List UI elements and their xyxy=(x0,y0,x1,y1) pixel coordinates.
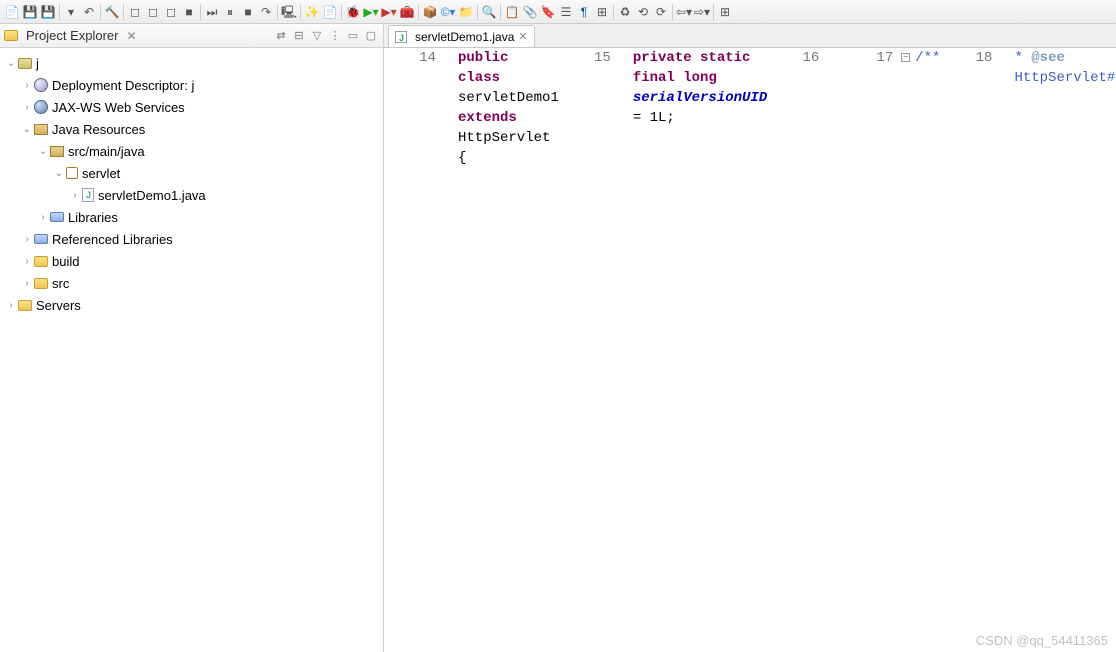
descriptor-icon xyxy=(34,78,48,92)
toggle-icon[interactable]: ⊞ xyxy=(594,4,610,20)
java-file-icon xyxy=(82,188,94,202)
src-main-java-node[interactable]: ⌄ src/main/java xyxy=(0,140,383,162)
editor-area: servletDemo1.java ✕ 14public class servl… xyxy=(384,24,1116,652)
chevron-right-icon[interactable]: › xyxy=(20,234,34,245)
src-node[interactable]: › src xyxy=(0,272,383,294)
library-icon xyxy=(50,212,64,222)
box2-icon[interactable]: ◻ xyxy=(145,4,161,20)
ref-libraries-node[interactable]: › Referenced Libraries xyxy=(0,228,383,250)
new-class-icon[interactable]: ©▾ xyxy=(440,4,456,20)
editor-tab[interactable]: servletDemo1.java ✕ xyxy=(388,25,535,47)
chevron-right-icon[interactable]: › xyxy=(20,102,34,113)
stop2-icon[interactable]: ■ xyxy=(240,4,256,20)
attach-icon[interactable]: 📎 xyxy=(522,4,538,20)
chevron-right-icon[interactable]: › xyxy=(20,278,34,289)
chevron-down-icon[interactable]: ⌄ xyxy=(4,58,18,69)
chevron-right-icon[interactable]: › xyxy=(20,80,34,91)
servers-node[interactable]: › Servers xyxy=(0,294,383,316)
library-icon xyxy=(34,234,48,244)
chevron-right-icon[interactable]: › xyxy=(36,212,50,223)
source-folder-icon xyxy=(50,146,64,157)
project-tree[interactable]: ⌄ j › Deployment Descriptor: j › JAX-WS … xyxy=(0,48,383,652)
save-icon[interactable]: 💾 xyxy=(22,4,38,20)
explorer-header: Project Explorer ✕ ⇄ ⊟ ▽ ⋮ ▭ ▢ xyxy=(0,24,383,48)
bug-icon[interactable]: 🐞▾ xyxy=(345,4,361,20)
chevron-right-icon[interactable]: › xyxy=(20,256,34,267)
java-file-icon xyxy=(395,31,407,43)
java-resources-node[interactable]: ⌄ Java Resources xyxy=(0,118,383,140)
globe-icon xyxy=(34,100,48,114)
pi-icon[interactable]: ¶ xyxy=(576,4,592,20)
wizard-icon[interactable]: ✨ xyxy=(304,4,320,20)
server-icon[interactable]: 🖳 xyxy=(281,4,297,20)
new-folder-icon[interactable]: 📁▾ xyxy=(458,4,474,20)
skip-icon[interactable]: ⏭ xyxy=(204,4,220,20)
folder-icon xyxy=(34,256,48,267)
close-icon[interactable]: ✕ xyxy=(122,29,140,43)
bookmark-icon[interactable]: 🔖 xyxy=(540,4,556,20)
libraries-node[interactable]: › Libraries xyxy=(0,206,383,228)
resources-icon xyxy=(34,124,48,135)
run-icon[interactable]: ▶▾ xyxy=(363,4,379,20)
task-icon[interactable]: 📋 xyxy=(504,4,520,20)
back-icon[interactable]: ⇦▾ xyxy=(676,4,692,20)
editor-tabs: servletDemo1.java ✕ xyxy=(384,24,1116,48)
nav2-icon[interactable]: ⟳ xyxy=(653,4,669,20)
search-icon[interactable]: 🔍 xyxy=(481,4,497,20)
chevron-right-icon[interactable]: › xyxy=(4,300,18,311)
dd-node[interactable]: › Deployment Descriptor: j xyxy=(0,74,383,96)
new-icon[interactable]: 📄 xyxy=(4,4,20,20)
chevron-down-icon[interactable]: ⌄ xyxy=(52,168,66,179)
refresh-icon[interactable]: ♻ xyxy=(617,4,633,20)
coverage-icon[interactable]: ▶▾ xyxy=(381,4,397,20)
persp-icon[interactable]: ⊞ xyxy=(717,4,733,20)
minimize-icon[interactable]: ▭ xyxy=(345,28,361,44)
new-pkg-icon[interactable]: 📦▾ xyxy=(422,4,438,20)
project-icon xyxy=(18,58,32,69)
folder-icon xyxy=(4,30,18,41)
forward-icon[interactable]: ⇨▾ xyxy=(694,4,710,20)
panel-title: Project Explorer xyxy=(26,28,118,43)
undo-icon[interactable]: ↶ xyxy=(81,4,97,20)
watermark: CSDN @qq_54411365 xyxy=(976,633,1108,648)
new2-icon[interactable]: 📄 xyxy=(322,4,338,20)
view-menu-icon[interactable]: ⋮ xyxy=(327,28,343,44)
chevron-down-icon[interactable]: ⌄ xyxy=(20,124,34,135)
drop-icon[interactable]: ▾ xyxy=(63,4,79,20)
list-icon[interactable]: ☰ xyxy=(558,4,574,20)
project-node[interactable]: ⌄ j xyxy=(0,52,383,74)
collapse-all-icon[interactable]: ⊟ xyxy=(291,28,307,44)
folder-icon xyxy=(18,300,32,311)
step-icon[interactable]: ↷ xyxy=(258,4,274,20)
save-all-icon[interactable]: 💾 xyxy=(40,4,56,20)
maximize-icon[interactable]: ▢ xyxy=(363,28,379,44)
java-file-node[interactable]: › servletDemo1.java xyxy=(0,184,383,206)
link-editor-icon[interactable]: ⇄ xyxy=(273,28,289,44)
chevron-down-icon[interactable]: ⌄ xyxy=(36,146,50,157)
package-node[interactable]: ⌄ servlet xyxy=(0,162,383,184)
build-node[interactable]: › build xyxy=(0,250,383,272)
box3-icon[interactable]: ◻ xyxy=(163,4,179,20)
code-editor[interactable]: 14public class servletDemo1 extends Http… xyxy=(384,48,1116,652)
project-explorer-view: Project Explorer ✕ ⇄ ⊟ ▽ ⋮ ▭ ▢ ⌄ j xyxy=(0,24,384,652)
close-icon[interactable]: ✕ xyxy=(518,30,527,43)
box-icon[interactable]: ◻ xyxy=(127,4,143,20)
ext-run-icon[interactable]: 🧰▾ xyxy=(399,4,415,20)
pause-icon[interactable]: ⏸ xyxy=(222,4,238,20)
filter-icon[interactable]: ▽ xyxy=(309,28,325,44)
main-toolbar: 📄 💾 💾 ▾ ↶ 🔨 ◻ ◻ ◻ ■ ⏭ ⏸ ■ ↷ 🖳 ✨ 📄 🐞▾ ▶▾ … xyxy=(0,0,1116,24)
stop-icon[interactable]: ■ xyxy=(181,4,197,20)
chevron-right-icon[interactable]: › xyxy=(68,190,82,201)
jaxws-node[interactable]: › JAX-WS Web Services xyxy=(0,96,383,118)
build-icon[interactable]: 🔨 xyxy=(104,4,120,20)
package-icon xyxy=(66,167,78,179)
folder-icon xyxy=(34,278,48,289)
nav1-icon[interactable]: ⟲ xyxy=(635,4,651,20)
